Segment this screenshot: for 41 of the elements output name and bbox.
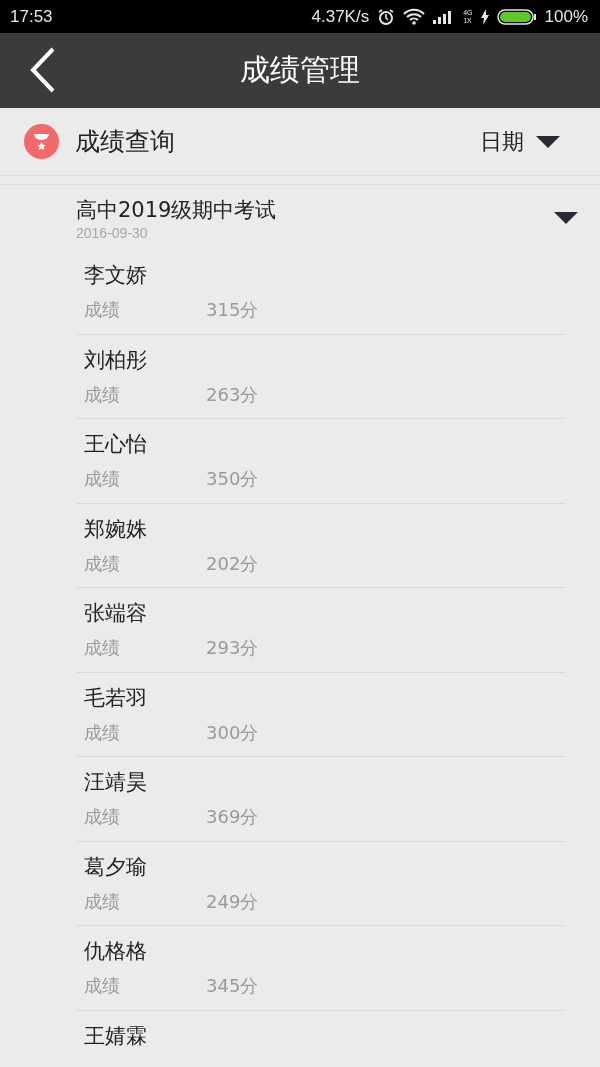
- score-label: 成绩: [84, 974, 121, 998]
- student-name: 张端容: [84, 600, 147, 627]
- score-value: 263分: [206, 382, 259, 407]
- clock-time: 17:53: [10, 6, 53, 27]
- score-value: 345分: [206, 974, 259, 998]
- student-name: 毛若羽: [84, 684, 147, 712]
- network-speed: 4.37K/s: [311, 6, 370, 27]
- caret-icon: [536, 135, 560, 148]
- score-label: 成绩: [84, 382, 121, 407]
- student-name: 郑婉姝: [84, 515, 147, 543]
- battery-percentage: 100%: [544, 6, 588, 27]
- charging-icon: [480, 8, 489, 25]
- score-label: 成绩: [84, 889, 121, 914]
- score-label: 成绩: [84, 298, 121, 322]
- student-name: 汪靖昊: [84, 769, 147, 796]
- student-name: 葛夕瑜: [84, 853, 147, 881]
- score-value: 249分: [206, 889, 259, 914]
- student-name: 王心怡: [84, 431, 147, 458]
- page-title: 成绩管理: [240, 51, 360, 89]
- exam-header[interactable]: 高中2019级期中考试 2016-09-30: [0, 185, 600, 250]
- score-label: 成绩: [84, 720, 121, 745]
- score-value: 293分: [206, 636, 259, 660]
- student-name: 王婧霖: [84, 1022, 147, 1050]
- sort-dropdown[interactable]: 日期: [480, 126, 560, 157]
- student-name: 仇格格: [84, 938, 147, 965]
- score-value: 350分: [206, 467, 259, 491]
- score-value: 300分: [206, 720, 259, 745]
- score-value: 202分: [206, 551, 259, 576]
- score-label: 成绩: [84, 805, 121, 829]
- section-title: 成绩查询: [75, 126, 176, 158]
- alarm-icon: [377, 7, 396, 26]
- score-value: 369分: [206, 805, 259, 829]
- student-name: 李文娇: [84, 262, 147, 289]
- score-value: 315分: [206, 298, 259, 322]
- student-name: 刘柏彤: [84, 346, 147, 374]
- trophy-icon: [24, 124, 59, 159]
- wifi-icon: [403, 8, 426, 25]
- score-label: 成绩: [84, 551, 121, 576]
- score-label: 成绩: [84, 636, 121, 660]
- battery-icon: [496, 8, 537, 25]
- score-label: 成绩: [84, 467, 121, 491]
